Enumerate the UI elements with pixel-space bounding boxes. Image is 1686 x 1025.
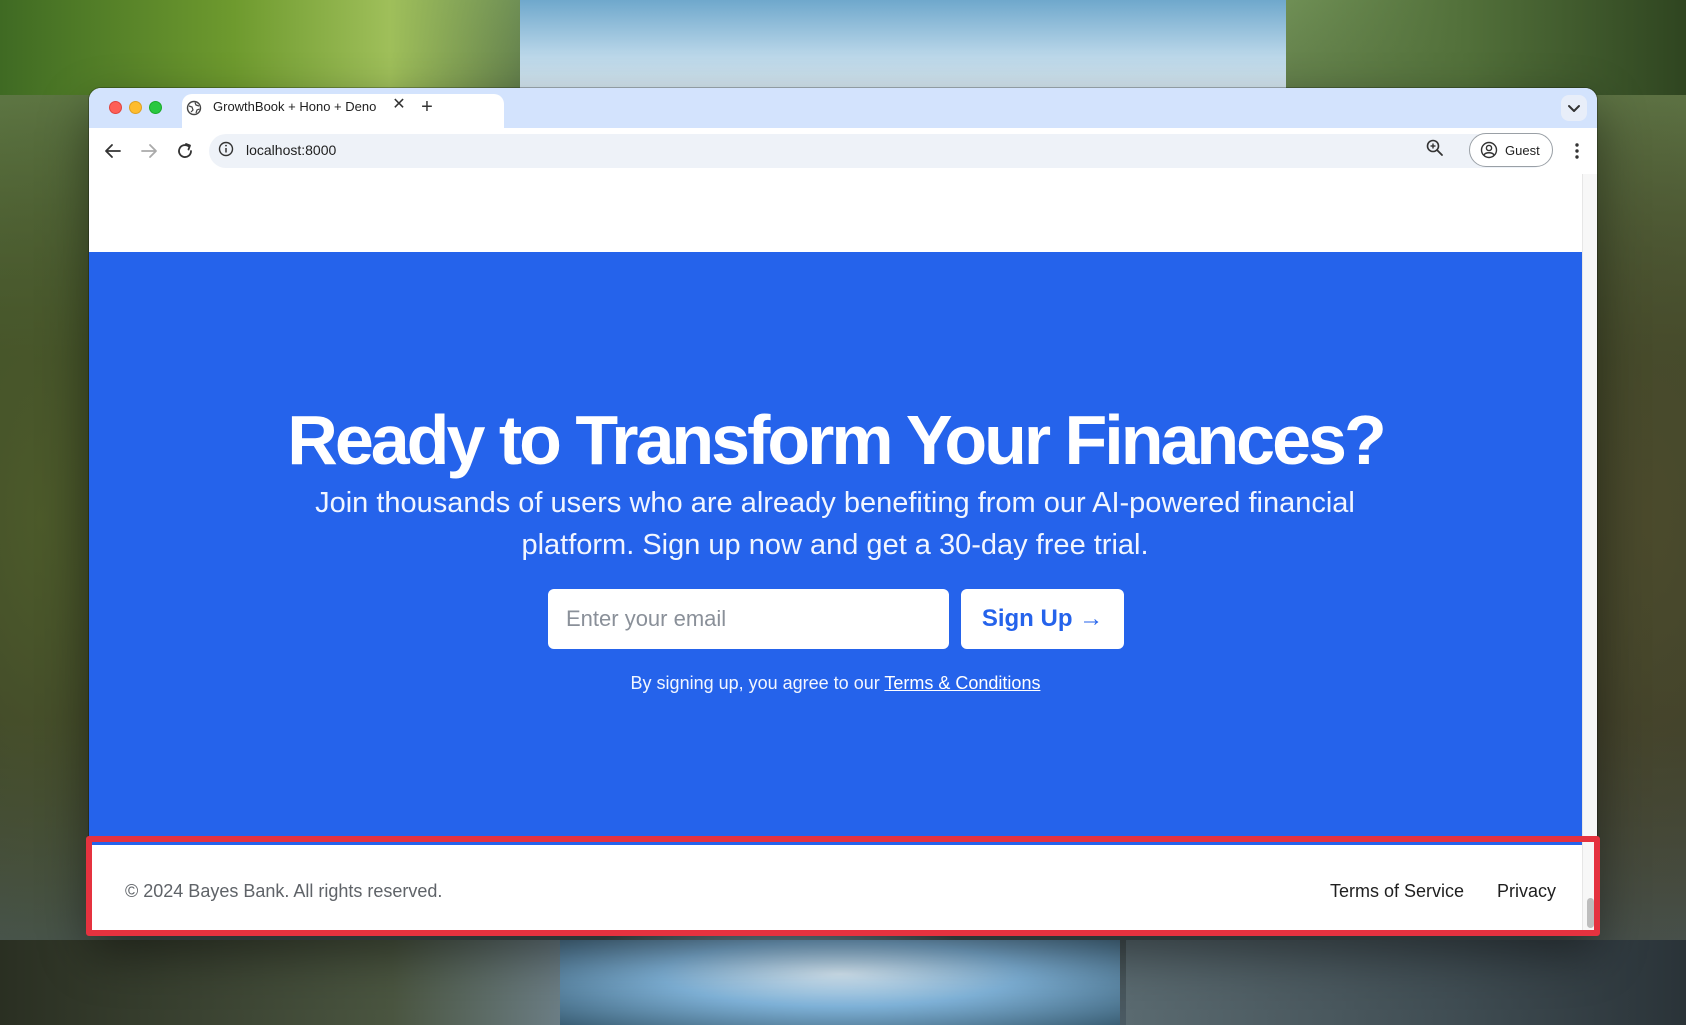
browser-toolbar: localhost:8000 Guest <box>89 128 1597 174</box>
site-info-icon[interactable] <box>217 140 235 158</box>
tab-title: GrowthBook + Hono + Deno <box>213 99 377 114</box>
wallpaper-water <box>560 940 1120 1025</box>
profile-button[interactable]: Guest <box>1469 133 1553 167</box>
wallpaper-rocks-right <box>1126 940 1686 1025</box>
vertical-scrollbar[interactable] <box>1582 174 1597 934</box>
tab-search-button[interactable] <box>1561 95 1587 121</box>
wallpaper-sky <box>520 0 1286 95</box>
more-menu-icon[interactable] <box>1565 139 1589 163</box>
new-tab-button[interactable]: + <box>416 96 438 118</box>
wallpaper-rocks-left <box>0 940 560 1025</box>
terms-notice-text: By signing up, you agree to our <box>630 673 885 693</box>
tab-close-icon[interactable]: ✕ <box>390 96 408 114</box>
footer-highlight-box <box>86 836 1600 936</box>
cta-heading: Ready to Transform Your Finances? <box>287 401 1386 479</box>
minimize-window-button[interactable] <box>129 101 142 114</box>
url-text[interactable]: localhost:8000 <box>246 142 336 158</box>
back-arrow-icon[interactable] <box>101 139 125 163</box>
signup-button[interactable]: Sign Up → <box>961 589 1124 649</box>
user-icon <box>1480 141 1498 159</box>
reload-icon[interactable] <box>173 139 197 163</box>
terms-conditions-link[interactable]: Terms & Conditions <box>884 673 1040 693</box>
zoom-icon[interactable] <box>1425 138 1445 158</box>
browser-window: GrowthBook + Hono + Deno ✕ + localhost:8… <box>89 88 1597 934</box>
cta-section: Ready to Transform Your Finances? Join t… <box>89 252 1582 845</box>
email-input[interactable] <box>548 589 949 649</box>
wallpaper-trees-left <box>0 0 520 95</box>
close-window-button[interactable] <box>109 101 122 114</box>
page-top-blank <box>89 174 1582 252</box>
terms-notice: By signing up, you agree to our Terms & … <box>89 673 1582 694</box>
globe-icon <box>186 100 202 116</box>
tab-strip: GrowthBook + Hono + Deno ✕ + <box>89 88 1597 128</box>
page-viewport: Ready to Transform Your Finances? Join t… <box>89 174 1597 934</box>
address-bar[interactable] <box>209 134 1549 168</box>
cta-subtitle: Join thousands of users who are already … <box>315 487 1355 561</box>
profile-label: Guest <box>1505 143 1540 158</box>
forward-arrow-icon[interactable] <box>137 139 161 163</box>
chevron-down-icon <box>1568 105 1580 112</box>
wallpaper-trees-right <box>1286 0 1686 95</box>
maximize-window-button[interactable] <box>149 101 162 114</box>
